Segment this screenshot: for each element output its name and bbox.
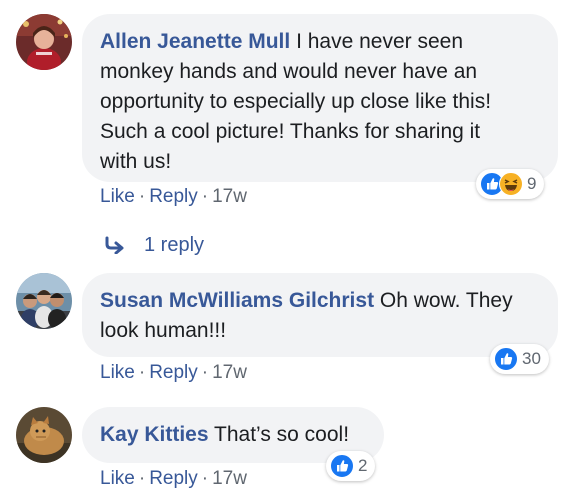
comment-timestamp[interactable]: 17w xyxy=(212,186,247,207)
comment-text-line: I have never seen xyxy=(296,30,464,53)
like-link[interactable]: Like xyxy=(100,468,135,489)
separator-dot: · xyxy=(201,186,209,207)
comment-text-line: look human!!! xyxy=(100,319,227,342)
reaction-summary[interactable]: 30 xyxy=(490,344,549,374)
comment-bubble: Susan McWilliams Gilchrist Oh wow. They … xyxy=(82,273,558,357)
reaction-count: 30 xyxy=(522,349,541,368)
comment-text-line: monkey hands and would never have an xyxy=(100,60,478,83)
separator-dot: · xyxy=(201,362,209,383)
separator-dot: · xyxy=(138,468,146,489)
view-replies-link[interactable]: 1 reply xyxy=(104,232,204,258)
avatar[interactable] xyxy=(16,273,72,329)
reply-link[interactable]: Reply xyxy=(149,186,198,207)
comment-actions: Like · Reply · 17w xyxy=(100,185,247,209)
comment-author[interactable]: Susan McWilliams Gilchrist xyxy=(100,289,374,312)
comment-text-line: That’s so cool! xyxy=(214,423,350,446)
comment-text-line: Such a cool picture! Thanks for sharing … xyxy=(100,120,481,143)
reaction-summary[interactable]: 9 xyxy=(476,169,545,199)
separator-dot: · xyxy=(201,468,209,489)
reaction-summary[interactable]: 2 xyxy=(326,451,376,481)
separator-dot: · xyxy=(138,186,146,207)
like-icon xyxy=(330,454,354,478)
comment-text-line: Oh wow. They xyxy=(379,289,513,312)
comment-author[interactable]: Kay Kitties xyxy=(100,423,209,446)
separator-dot: · xyxy=(138,362,146,383)
reaction-count: 2 xyxy=(358,456,368,475)
reply-link[interactable]: Reply xyxy=(149,468,198,489)
haha-icon xyxy=(499,172,523,196)
comment-timestamp[interactable]: 17w xyxy=(212,468,247,489)
comment-actions: Like · Reply · 17w xyxy=(100,467,247,491)
like-icon xyxy=(494,347,518,371)
comment-text-line: with us! xyxy=(100,150,172,173)
reaction-count: 9 xyxy=(527,174,537,193)
comment-bubble: Allen Jeanette Mull I have never seen mo… xyxy=(82,14,558,182)
avatar[interactable] xyxy=(16,407,72,463)
reply-arrow-icon xyxy=(105,236,124,254)
comment-timestamp[interactable]: 17w xyxy=(212,362,247,383)
reply-link[interactable]: Reply xyxy=(149,362,198,383)
comment-actions: Like · Reply · 17w xyxy=(100,361,247,385)
like-link[interactable]: Like xyxy=(100,362,135,383)
comment-text-line: opportunity to especially up close like … xyxy=(100,90,492,113)
like-link[interactable]: Like xyxy=(100,186,135,207)
avatar[interactable] xyxy=(16,14,72,70)
view-replies-label: 1 reply xyxy=(144,234,205,256)
comment-author[interactable]: Allen Jeanette Mull xyxy=(100,30,290,53)
